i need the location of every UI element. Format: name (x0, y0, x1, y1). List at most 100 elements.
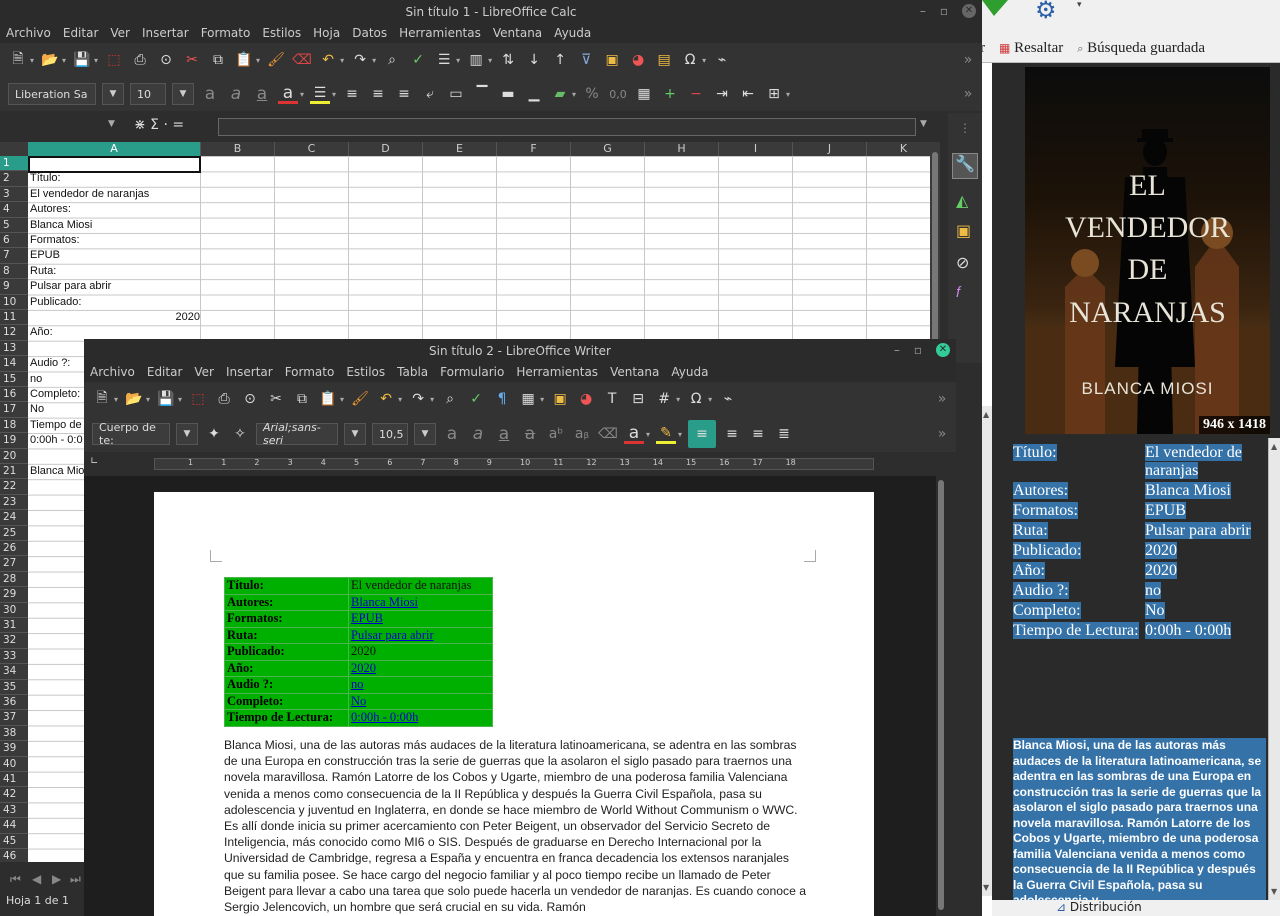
paragraph-style-box[interactable]: Cuerpo de te: (92, 421, 170, 447)
formula-input[interactable] (218, 118, 916, 136)
gear-dropdown-icon[interactable]: ▾ (1077, 0, 1082, 10)
font-color-icon[interactable]: a (278, 83, 298, 104)
column-header[interactable]: A (28, 142, 201, 156)
font-name-box[interactable]: Arial;sans-seri (256, 421, 338, 447)
borders-icon[interactable]: ⊞ (764, 84, 784, 104)
open-folder-icon[interactable]: 📂 (40, 50, 60, 70)
print-icon[interactable]: ⎙ (214, 389, 234, 409)
row-header[interactable]: 36 (0, 695, 28, 711)
new-document-icon[interactable]: 🗎 (92, 389, 112, 409)
font-size-box[interactable]: 10 (130, 83, 166, 105)
highlighting-color-icon[interactable]: ✎ (656, 424, 677, 444)
font-size-box[interactable]: 10,5 (372, 423, 408, 445)
properties-icon[interactable]: 🔧 (952, 153, 978, 179)
sort-ascending-icon[interactable]: ↑ (550, 50, 570, 70)
toolbar-overflow-icon[interactable]: » (932, 424, 952, 444)
highlight-button[interactable]: ▦ Resaltar (999, 40, 1063, 57)
row-header[interactable]: 40 (0, 756, 28, 772)
tab-stop-icon[interactable]: ∟ (90, 456, 98, 467)
print-icon[interactable]: ⎙ (130, 50, 150, 70)
green-check-icon[interactable] (980, 0, 1010, 18)
menu-item[interactable]: Ventana (610, 365, 667, 379)
menu-item[interactable]: Estilos (346, 365, 393, 379)
row-header[interactable]: 42 (0, 787, 28, 803)
paragraph-style-dropdown-icon[interactable]: ▼ (176, 423, 198, 445)
table-link[interactable]: No (348, 692, 493, 710)
align-bottom-icon[interactable]: ▁ (524, 84, 544, 104)
row-header[interactable]: 6 (0, 233, 28, 249)
hyperlink-icon[interactable]: ⌁ (712, 50, 732, 70)
underline-icon[interactable]: a (494, 424, 514, 444)
row-header[interactable]: 34 (0, 664, 28, 680)
saved-search-button[interactable]: ⌕ Búsqueda guardada (1077, 40, 1205, 57)
table-link[interactable]: 0:00h - 0:00h (348, 709, 493, 727)
sheet-nav-next-icon[interactable]: ▶ (52, 872, 61, 886)
scroll-up-icon[interactable]: ▲ (983, 410, 989, 419)
justify-icon[interactable]: ≣ (774, 424, 794, 444)
spelling-icon[interactable]: ✓ (466, 389, 486, 409)
menu-item[interactable]: Estilos (262, 26, 309, 40)
detail-value[interactable]: no (1145, 582, 1161, 599)
merge-cells-icon[interactable]: ▭ (446, 84, 466, 104)
table-link[interactable]: Blanca Miosi (348, 593, 493, 611)
column-header[interactable]: K (867, 142, 930, 156)
clear-direct-formatting-icon[interactable]: ⌫ (598, 424, 618, 444)
row-header[interactable]: 30 (0, 602, 28, 618)
book-cover[interactable]: EL VENDEDOR DE NARANJAS BLANCA MIOSI 946… (1025, 67, 1270, 434)
sort-icon[interactable]: ⇅ (498, 50, 518, 70)
paste-icon[interactable]: 📋 (318, 389, 338, 409)
row-header[interactable]: 8 (0, 263, 28, 280)
row-header[interactable]: 13 (0, 340, 28, 357)
menu-item[interactable]: Ver (194, 365, 222, 379)
row-header[interactable]: 23 (0, 494, 28, 511)
cell[interactable]: El vendedor de naranjas (30, 187, 149, 202)
menu-item[interactable]: Insertar (226, 365, 281, 379)
row-header[interactable]: 44 (0, 818, 28, 834)
font-size-dropdown-icon[interactable]: ▼ (172, 83, 194, 105)
row-header[interactable]: 1 (0, 156, 28, 172)
close-icon[interactable]: ✕ (936, 343, 950, 357)
cell[interactable]: EPUB (30, 248, 60, 263)
row-header[interactable]: 15 (0, 371, 28, 387)
currency-icon[interactable]: ▰ (550, 84, 570, 104)
row-header[interactable]: 11 (0, 310, 28, 326)
text-box-icon[interactable]: T (602, 389, 622, 409)
row-header[interactable]: 29 (0, 587, 28, 603)
italic-icon[interactable]: a (226, 84, 246, 104)
copy-icon[interactable]: ⧉ (292, 389, 312, 409)
cell[interactable]: Autores: (30, 202, 71, 217)
row-header[interactable]: 46 (0, 849, 28, 862)
cut-icon[interactable]: ✂ (182, 50, 202, 70)
cell[interactable]: Año: (30, 325, 53, 340)
cell[interactable]: Audio ?: (30, 356, 70, 371)
row-header[interactable]: 20 (0, 448, 28, 464)
row-header[interactable]: 27 (0, 556, 28, 572)
navigator-icon[interactable]: ⊘ (956, 253, 969, 272)
sheet-nav-last-icon[interactable]: ⏭ (70, 872, 81, 887)
menu-item[interactable]: Tabla (397, 365, 436, 379)
cell[interactable]: Blanca Mio (30, 464, 84, 479)
new-document-icon[interactable]: 🗎 (8, 50, 28, 70)
column-header[interactable]: I (719, 142, 793, 156)
menu-item[interactable]: Formulario (440, 365, 512, 379)
open-folder-icon[interactable]: 📂 (124, 389, 144, 409)
row-header[interactable]: 5 (0, 217, 28, 233)
column-header[interactable]: J (793, 142, 867, 156)
image-icon[interactable]: ▣ (602, 50, 622, 70)
increase-indent-icon[interactable]: ⇥ (712, 84, 732, 104)
row-header[interactable]: 22 (0, 479, 28, 495)
menu-item[interactable]: Formato (201, 26, 259, 40)
menu-item[interactable]: Herramientas (399, 26, 489, 40)
special-character-icon[interactable]: Ω (680, 50, 700, 70)
special-character-icon[interactable]: Ω (686, 389, 706, 409)
menu-item[interactable]: Datos (352, 26, 395, 40)
cell[interactable]: No (30, 402, 44, 417)
menu-item[interactable]: Ver (110, 26, 138, 40)
sheet-nav-prev-icon[interactable]: ◀ (32, 872, 41, 886)
formatting-marks-icon[interactable]: ¶ (492, 389, 512, 409)
formula-expand-icon[interactable]: ▼ (920, 119, 927, 129)
italic-icon[interactable]: a (468, 424, 488, 444)
font-name-dropdown-icon[interactable]: ▼ (344, 423, 366, 445)
menu-item[interactable]: Formato (285, 365, 343, 379)
menu-item[interactable]: Herramientas (516, 365, 606, 379)
